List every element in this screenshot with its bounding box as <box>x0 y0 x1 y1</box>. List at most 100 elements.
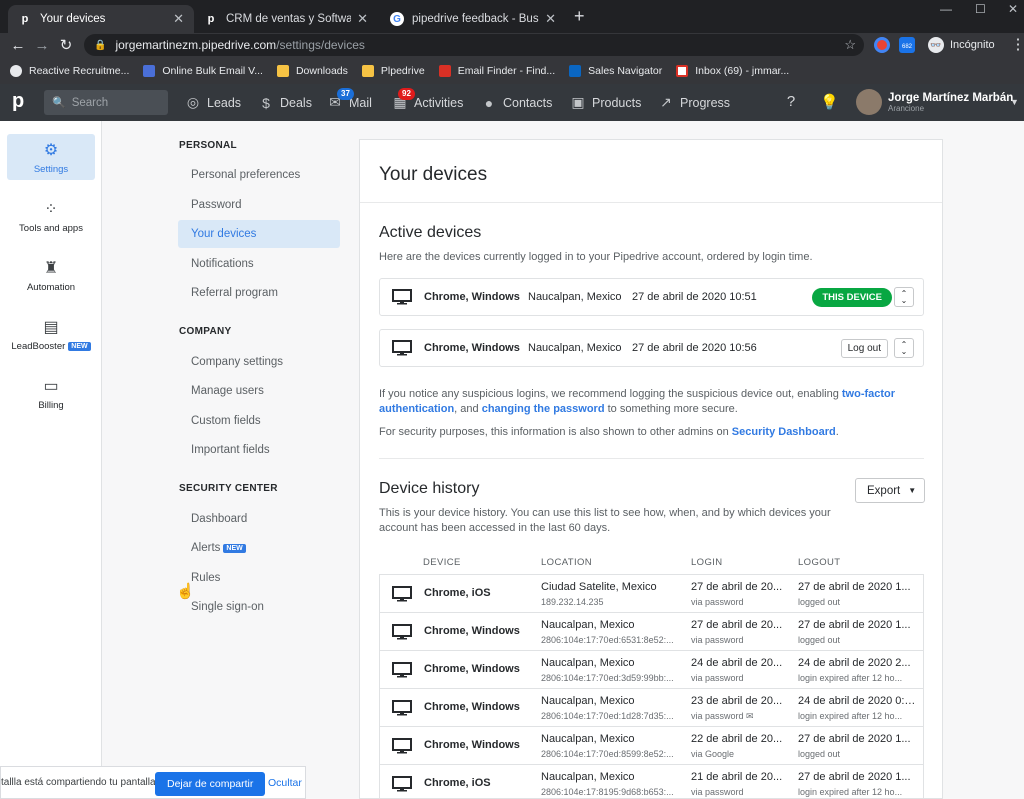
forward-icon[interactable]: → <box>30 37 54 54</box>
logout-time: 27 de abril de 2020 1... <box>798 733 911 745</box>
incognito-icon: 👓 <box>928 37 944 53</box>
device-time: 27 de abril de 2020 10:51 <box>632 291 757 303</box>
nav-progress[interactable]: ↗ Progress <box>658 84 730 121</box>
user-menu[interactable]: Jorge Martínez Marbán Arancione ▼ <box>856 89 1019 115</box>
bookmark-star-icon[interactable]: ☆ <box>844 37 856 53</box>
divider <box>360 202 942 203</box>
device-time: 27 de abril de 2020 10:56 <box>632 342 757 354</box>
leads-icon: ◎ <box>186 94 200 110</box>
logout-note: login expired after 12 ho... <box>798 673 903 683</box>
device-name: Chrome, Windows <box>424 739 520 751</box>
table-row[interactable]: Chrome, iOS Ciudad Satelite, Mexico 189.… <box>380 575 923 613</box>
nav-alerts[interactable]: Alerts NEW <box>178 534 340 562</box>
sidebar-item-settings[interactable]: ⚙ Settings <box>7 134 95 180</box>
google-favicon: G <box>390 12 404 26</box>
logout-time: 24 de abril de 2020 0:34 <box>798 695 916 707</box>
close-icon[interactable]: ✕ <box>545 11 556 27</box>
sidebar-item-automation[interactable]: ♜ Automation <box>7 252 95 298</box>
nav-manage-users[interactable]: Manage users <box>178 377 340 405</box>
nav-company-settings[interactable]: Company settings <box>178 348 340 376</box>
sidebar-item-tools[interactable]: ⁘ Tools and apps <box>7 193 95 239</box>
hide-link[interactable]: Ocultar <box>268 777 302 789</box>
nav-products[interactable]: ▣ Products <box>570 84 641 121</box>
bookmark-item[interactable]: Sales Navigator <box>569 64 662 77</box>
bookmark-item[interactable]: Reactive Recruitme... <box>10 64 129 77</box>
nav-leads[interactable]: ◎ Leads <box>185 84 241 121</box>
column-header-login: LOGIN <box>691 557 723 568</box>
change-password-link[interactable]: changing the password <box>482 403 605 415</box>
bookmark-item[interactable]: Plpedrive <box>361 64 425 77</box>
security-dashboard-link[interactable]: Security Dashboard <box>732 426 836 438</box>
nav-contacts[interactable]: ● Contacts <box>481 84 553 121</box>
login-time: 24 de abril de 20... <box>691 657 783 669</box>
url-host: jorgemartinezm.pipedrive.com <box>115 38 277 52</box>
menu-icon[interactable]: ⋮ <box>1006 35 1024 53</box>
table-row[interactable]: Chrome, Windows Naucalpan, Mexico 2806:1… <box>380 651 923 689</box>
expand-toggle-icon[interactable]: ⌃ ⌄ <box>894 338 914 358</box>
device-history-desc: This is your device history. You can use… <box>379 507 831 534</box>
nav-referral-program[interactable]: Referral program <box>178 279 340 307</box>
table-row[interactable]: Chrome, Windows Naucalpan, Mexico 2806:1… <box>380 727 923 765</box>
search-input[interactable]: 🔍 Search <box>44 90 168 115</box>
bookmark-icon <box>569 64 582 77</box>
nav-personal-preferences[interactable]: Personal preferences <box>178 161 340 189</box>
lightbulb-icon[interactable]: 💡 <box>820 93 839 111</box>
robot-icon: ♜ <box>43 259 59 277</box>
nav-notifications[interactable]: Notifications <box>178 250 340 278</box>
sidebar-item-leadbooster[interactable]: ▤ LeadBooster NEW <box>7 311 95 357</box>
extension-badge-icon[interactable]: 682 <box>899 37 915 53</box>
location: Naucalpan, Mexico <box>541 771 635 783</box>
incognito-profile[interactable]: 👓 Incógnito <box>928 35 995 55</box>
nav-password[interactable]: Password <box>178 191 340 219</box>
tab-your-devices[interactable]: p Your devices ✕ <box>8 5 194 33</box>
nav-deals[interactable]: $ Deals <box>258 84 312 121</box>
deals-icon: $ <box>262 94 270 111</box>
close-icon[interactable]: ✕ <box>357 11 368 27</box>
minimize-icon[interactable]: — <box>940 2 952 16</box>
nav-single-sign-on[interactable]: Single sign-on <box>178 593 340 621</box>
active-device-row: Chrome, Windows Naucalpan, Mexico 27 de … <box>379 329 924 367</box>
nav-dashboard[interactable]: Dashboard <box>178 505 340 533</box>
settings-nav: PERSONAL Personal preferences Password Y… <box>102 121 359 799</box>
maximize-icon[interactable]: ☐ <box>975 2 986 16</box>
tab-crm[interactable]: p CRM de ventas y Software de ad ✕ <box>194 5 378 33</box>
new-tab-button[interactable]: + <box>574 6 585 27</box>
url-path: /settings/devices <box>276 38 365 52</box>
gmail-icon <box>676 64 689 77</box>
login-time: 27 de abril de 20... <box>691 619 783 631</box>
close-icon[interactable]: ✕ <box>173 11 184 27</box>
nav-rules[interactable]: Rules <box>178 564 340 592</box>
pipedrive-logo[interactable]: p <box>12 90 24 113</box>
location: Naucalpan, Mexico <box>541 695 635 707</box>
help-icon[interactable]: ? <box>782 93 800 111</box>
table-row[interactable]: Chrome, Windows Naucalpan, Mexico 2806:1… <box>380 613 923 651</box>
bookmark-item[interactable]: Online Bulk Email V... <box>143 64 263 77</box>
login-time: 27 de abril de 20... <box>691 581 783 593</box>
stop-sharing-button[interactable]: Dejar de compartir <box>155 772 266 796</box>
bookmark-item[interactable]: Inbox (69) - jmmar... <box>676 64 789 77</box>
nav-your-devices[interactable]: Your devices <box>178 220 340 248</box>
log-out-button[interactable]: Log out <box>840 338 888 358</box>
sidebar-item-billing[interactable]: ▭ Billing <box>7 370 95 416</box>
back-icon[interactable]: ← <box>6 37 30 54</box>
bookmark-item[interactable]: Email Finder - Find... <box>438 64 555 77</box>
reload-icon[interactable]: ↻ <box>54 36 78 54</box>
close-window-icon[interactable]: ✕ <box>1008 2 1018 16</box>
expand-toggle-icon[interactable]: ⌃ ⌄ <box>894 287 914 307</box>
export-button[interactable]: Export ▼ <box>855 478 925 503</box>
tools-icon: ⁘ <box>44 200 58 218</box>
nav-custom-fields[interactable]: Custom fields <box>178 407 340 435</box>
tab-google-search[interactable]: G pipedrive feedback - Buscar con ✕ <box>380 5 566 33</box>
logout-time: 24 de abril de 2020 2... <box>798 657 911 669</box>
device-name: Chrome, iOS <box>424 587 491 599</box>
nav-important-fields[interactable]: Important fields <box>178 436 340 464</box>
location: Ciudad Satelite, Mexico <box>541 581 657 593</box>
bookmark-item[interactable]: Downloads <box>276 64 348 77</box>
table-row[interactable]: Chrome, iOS Naucalpan, Mexico 2806:104e:… <box>380 765 923 798</box>
url-input[interactable]: 🔒 jorgemartinezm.pipedrive.com /settings… <box>84 34 864 56</box>
table-row[interactable]: Chrome, Windows Naucalpan, Mexico 2806:1… <box>380 689 923 727</box>
share-message: tallla está compartiendo tu pantalla. <box>1 777 159 788</box>
login-time: 23 de abril de 20... <box>691 695 783 707</box>
extension-icon[interactable] <box>874 37 890 53</box>
new-badge: NEW <box>68 341 91 351</box>
